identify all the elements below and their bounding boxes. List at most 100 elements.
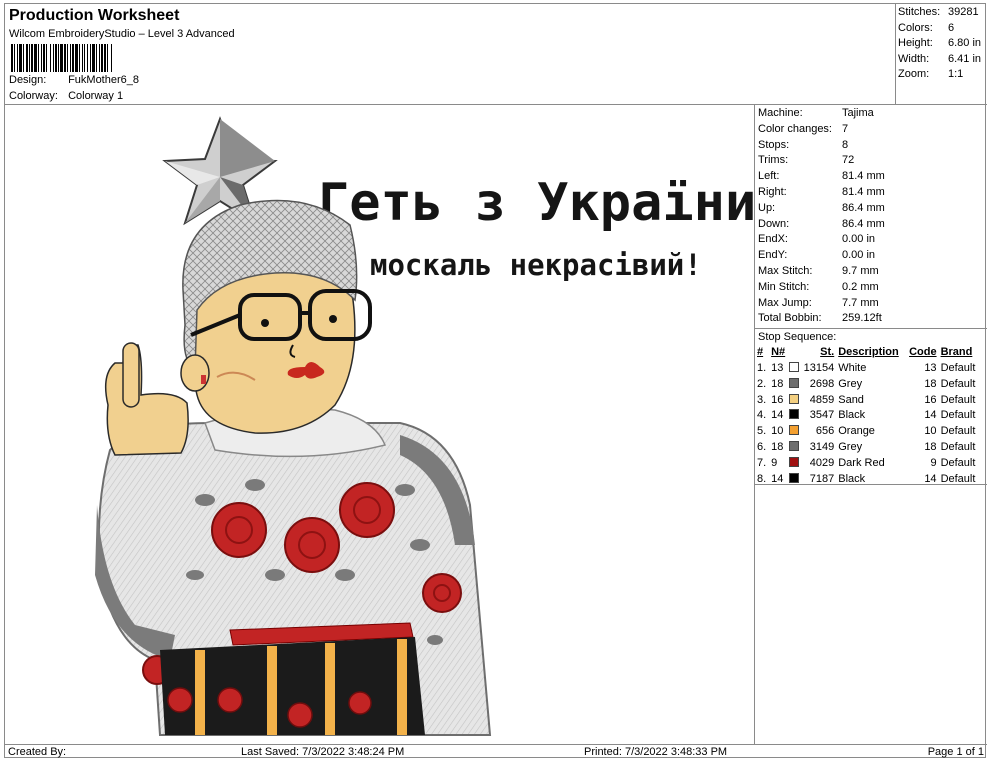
stat-label: EndY: [758, 249, 788, 262]
column-header: Brand [940, 346, 973, 359]
color-swatch-cell [789, 472, 803, 488]
stop-sequence-table: # N# St. Description Code Brand 1. 13 1315… [757, 345, 985, 487]
stat-row: Color changes: 7 [758, 122, 987, 138]
table-row: 4. 14 3547 Black 14 Default [757, 408, 985, 424]
cell-brand: Default [940, 456, 976, 469]
colorway-row: Colorway: Colorway 1 [9, 90, 123, 102]
color-swatch-cell [789, 393, 803, 409]
worksheet-frame: Production Worksheet Wilcom EmbroiderySt… [4, 3, 987, 759]
stat-label: Right: [758, 185, 787, 198]
cell-idx: 5. [757, 425, 767, 438]
cell-code: 14 [924, 409, 937, 422]
cell-brand: Default [940, 393, 976, 406]
summary-value: 39281 [948, 6, 979, 18]
page-number: Page 1 of 1 [927, 746, 984, 758]
cell-desc: Black [838, 409, 866, 422]
stat-value: 0.2 mm [842, 280, 879, 293]
cell-brand: Default [940, 425, 976, 438]
stat-value: 259.12ft [842, 312, 882, 325]
cell-n: 18 [771, 377, 784, 390]
created-by: Created By: [8, 746, 67, 758]
worksheet-footer: Created By: Last Saved: 7/3/2022 3:48:24… [5, 744, 987, 759]
stat-row: EndX: 0.00 in [758, 232, 987, 248]
cell-desc: White [838, 361, 867, 374]
color-swatch [789, 472, 800, 483]
cell-brand: Default [940, 440, 976, 453]
cell-st: 13154 [803, 361, 835, 374]
stat-row: Max Stitch: 9.7 mm [758, 264, 987, 280]
cell-desc: Grey [838, 377, 863, 390]
column-header: # [757, 346, 764, 359]
stat-label: Max Jump: [758, 296, 812, 309]
cell-code: 9 [930, 456, 937, 469]
cell-idx: 1. [757, 361, 767, 374]
summary-row: Width: 6.41 in [898, 52, 987, 68]
summary-row: Zoom: 1:1 [898, 67, 987, 83]
stat-row: Up: 86.4 mm [758, 201, 987, 217]
cell-code: 18 [924, 440, 937, 453]
colorway-label: Colorway: [9, 90, 58, 102]
cell-n: 9 [771, 456, 778, 469]
cell-idx: 3. [757, 393, 767, 406]
summary-label: Zoom: [898, 68, 930, 81]
stat-row: Max Jump: 7.7 mm [758, 296, 987, 312]
color-swatch [789, 393, 800, 404]
machine-stats: Machine: Tajima Color changes: 7 Stops: 8 T… [755, 105, 987, 327]
worksheet-title: Production Worksheet [9, 7, 180, 24]
stat-label: Trims: [758, 154, 789, 167]
cell-st: 3547 [809, 409, 835, 422]
cell-brand: Default [940, 472, 976, 485]
cell-desc: Orange [838, 425, 875, 438]
color-swatch-cell [789, 424, 803, 440]
cell-desc: Sand [838, 393, 864, 406]
color-swatch [789, 361, 800, 372]
stat-value: 9.7 mm [842, 264, 879, 277]
color-swatch [789, 377, 800, 388]
cell-st: 656 [815, 425, 835, 438]
cell-idx: 8. [757, 472, 767, 485]
column-header [789, 345, 803, 361]
colorway-value: Colorway 1 [68, 90, 124, 102]
stat-row: Right: 81.4 mm [758, 185, 987, 201]
column-header: St. [820, 346, 835, 359]
summary-label: Width: [898, 52, 930, 65]
design-row: Design: FukMother6_8 [9, 74, 139, 86]
summary-label: Stitches: [898, 6, 941, 18]
cell-idx: 7. [757, 456, 767, 469]
cell-n: 13 [771, 361, 784, 374]
stat-row: EndY: 0.00 in [758, 248, 987, 264]
stat-value: 7 [842, 122, 849, 135]
design-preview: Геть з України, москаль некрасівий! [5, 105, 755, 744]
cell-st: 4029 [809, 456, 835, 469]
summary-label: Colors: [898, 21, 933, 34]
summary-value: 6 [948, 21, 955, 34]
table-row: 2. 18 2698 Grey 18 Default [757, 377, 985, 393]
stat-label: Color changes: [758, 122, 832, 135]
color-swatch-cell [789, 440, 803, 456]
cell-code: 14 [924, 472, 937, 485]
cell-desc: Grey [838, 440, 863, 453]
barcode [11, 44, 189, 72]
cell-brand: Default [940, 377, 976, 390]
design-label: Design: [9, 74, 47, 86]
stat-value: Tajima [842, 107, 874, 119]
stat-value: 72 [842, 154, 855, 167]
table-row: 5. 10 656 Orange 10 Default [757, 424, 985, 440]
cell-st: 4859 [809, 393, 835, 406]
stat-row: Left: 81.4 mm [758, 169, 987, 185]
stop-sequence: Stop Sequence: # N# St. Description Code… [755, 328, 987, 487]
table-row: 6. 18 3149 Grey 18 Default [757, 440, 985, 456]
color-swatch [789, 440, 800, 451]
cell-st: 2698 [809, 377, 835, 390]
stat-label: Total Bobbin: [758, 312, 822, 325]
stat-value: 7.7 mm [842, 296, 879, 309]
stat-label: EndX: [758, 233, 788, 246]
summary-value: 6.41 in [948, 52, 982, 65]
info-panel: Machine: Tajima Color changes: 7 Stops: 8 T… [755, 105, 987, 485]
slogan-line-2: москаль некрасівий! [370, 248, 702, 282]
cell-idx: 6. [757, 440, 767, 453]
summary-value: 6.80 in [948, 37, 982, 50]
color-swatch-cell [789, 361, 803, 377]
stat-value: 81.4 mm [842, 170, 885, 183]
stat-row: Stops: 8 [758, 138, 987, 154]
